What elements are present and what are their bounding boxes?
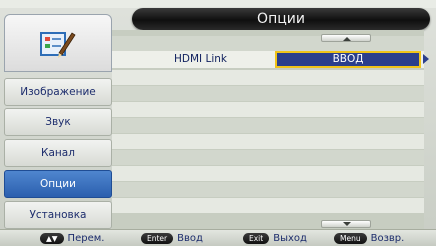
options-panel: HDMI Link ВВОД	[112, 30, 429, 229]
scroll-down-button[interactable]	[321, 220, 371, 228]
title-bar: Опции	[132, 8, 430, 30]
scroll-up-button[interactable]	[321, 34, 371, 42]
hint-enter-label: Ввод	[177, 232, 203, 244]
hint-navigate-label: Перем.	[67, 232, 105, 244]
triangle-down-icon	[343, 222, 351, 226]
triangle-up-icon	[343, 37, 351, 41]
empty-row	[112, 198, 424, 213]
hdmi-link-value[interactable]: ВВОД	[275, 51, 421, 68]
menu-key-badge: Menu	[334, 232, 367, 244]
empty-row	[112, 86, 424, 101]
settings-checklist-pencil-icon	[40, 32, 76, 58]
empty-row	[112, 134, 424, 149]
enter-key-badge: Enter	[141, 232, 174, 244]
empty-row	[112, 36, 424, 51]
empty-row	[112, 102, 424, 117]
menu-title: Опции	[257, 11, 305, 27]
hint-navigate: ▲▼ Перем.	[40, 232, 104, 244]
hint-exit: Exit Выход	[243, 232, 307, 244]
empty-row	[112, 150, 424, 165]
updown-key-badge: ▲▼	[40, 232, 64, 244]
top-strip	[0, 0, 436, 8]
logo-tile	[4, 14, 112, 72]
hint-back-label: Возвр.	[370, 232, 405, 244]
empty-row	[112, 118, 424, 133]
empty-row	[112, 182, 424, 197]
chevron-right-icon	[423, 54, 429, 64]
tv-menu-screen: Опции Изображение Звук Канал Опции Устан…	[0, 0, 436, 246]
sidebar-item-picture[interactable]: Изображение	[4, 78, 112, 106]
sidebar: Изображение Звук Канал Опции Установка	[4, 14, 112, 229]
hdmi-link-row[interactable]: HDMI Link ВВОД	[112, 51, 429, 68]
sidebar-item-sound[interactable]: Звук	[4, 108, 112, 136]
hint-enter: Enter Ввод	[141, 232, 203, 244]
hint-bar: ▲▼ Перем. Enter Ввод Exit Выход Menu Воз…	[0, 229, 436, 246]
hint-exit-label: Выход	[273, 232, 307, 244]
exit-key-badge: Exit	[243, 232, 270, 244]
sidebar-item-options[interactable]: Опции	[4, 170, 112, 198]
empty-row	[112, 70, 424, 85]
hdmi-link-label: HDMI Link	[174, 53, 227, 65]
hint-back: Menu Возвр.	[334, 232, 404, 244]
sidebar-item-channel[interactable]: Канал	[4, 139, 112, 167]
sidebar-item-setup[interactable]: Установка	[4, 201, 112, 229]
empty-row	[112, 166, 424, 181]
